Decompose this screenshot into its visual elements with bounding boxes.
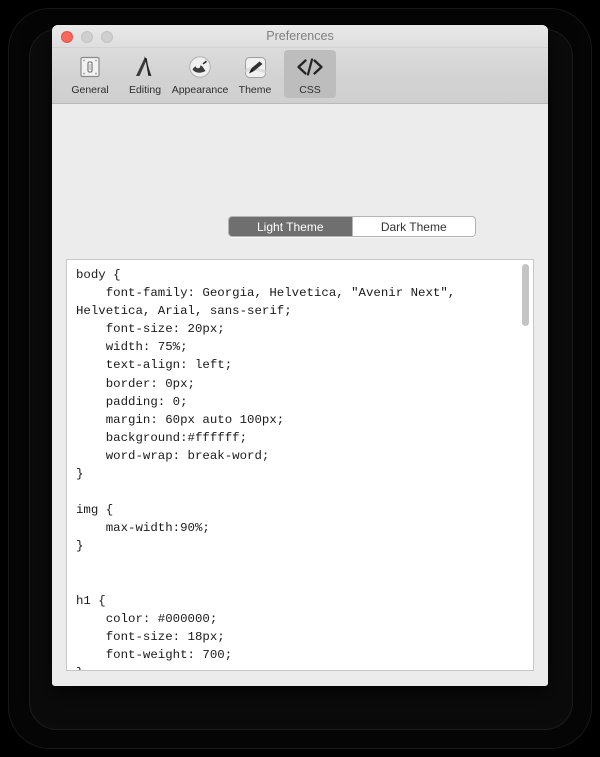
window-titlebar: Preferences [52, 25, 548, 48]
theme-segmented-control[interactable]: Light Theme Dark Theme [228, 216, 476, 237]
preferences-window: Preferences General Editing Appearance T… [52, 25, 548, 686]
segment-dark-theme[interactable]: Dark Theme [351, 217, 476, 236]
toolbar-item-css[interactable]: CSS [284, 50, 336, 98]
css-editor-container: body { font-family: Georgia, Helvetica, … [66, 259, 534, 671]
toolbar-item-label: General [71, 84, 109, 96]
toolbar-item-label: CSS [299, 84, 321, 96]
toolbar-item-editing[interactable]: Editing [119, 50, 171, 98]
toolbar-item-label: Theme [238, 84, 272, 96]
switch-plate-icon [75, 53, 105, 81]
editor-scrollbar-thumb[interactable] [522, 264, 529, 326]
preferences-toolbar: General Editing Appearance Theme CSS [52, 48, 548, 104]
toolbar-item-theme[interactable]: Theme [229, 50, 281, 98]
paint-brush-icon [240, 53, 270, 81]
toolbar-item-label: Editing [128, 84, 162, 96]
circle-sphere-icon [185, 53, 215, 81]
window-title: Preferences [266, 29, 334, 43]
editor-scrollbar[interactable] [522, 264, 529, 668]
preferences-content-pane: Light Theme Dark Theme body { font-famil… [52, 104, 548, 685]
letter-a-pen-icon [130, 53, 160, 81]
css-editor-textarea[interactable]: body { font-family: Georgia, Helvetica, … [67, 260, 533, 670]
toolbar-item-general[interactable]: General [64, 50, 116, 98]
code-brackets-icon [295, 53, 325, 81]
toolbar-item-label: Appearance [171, 84, 229, 96]
toolbar-item-appearance[interactable]: Appearance [171, 50, 229, 98]
segment-light-theme[interactable]: Light Theme [229, 217, 352, 236]
